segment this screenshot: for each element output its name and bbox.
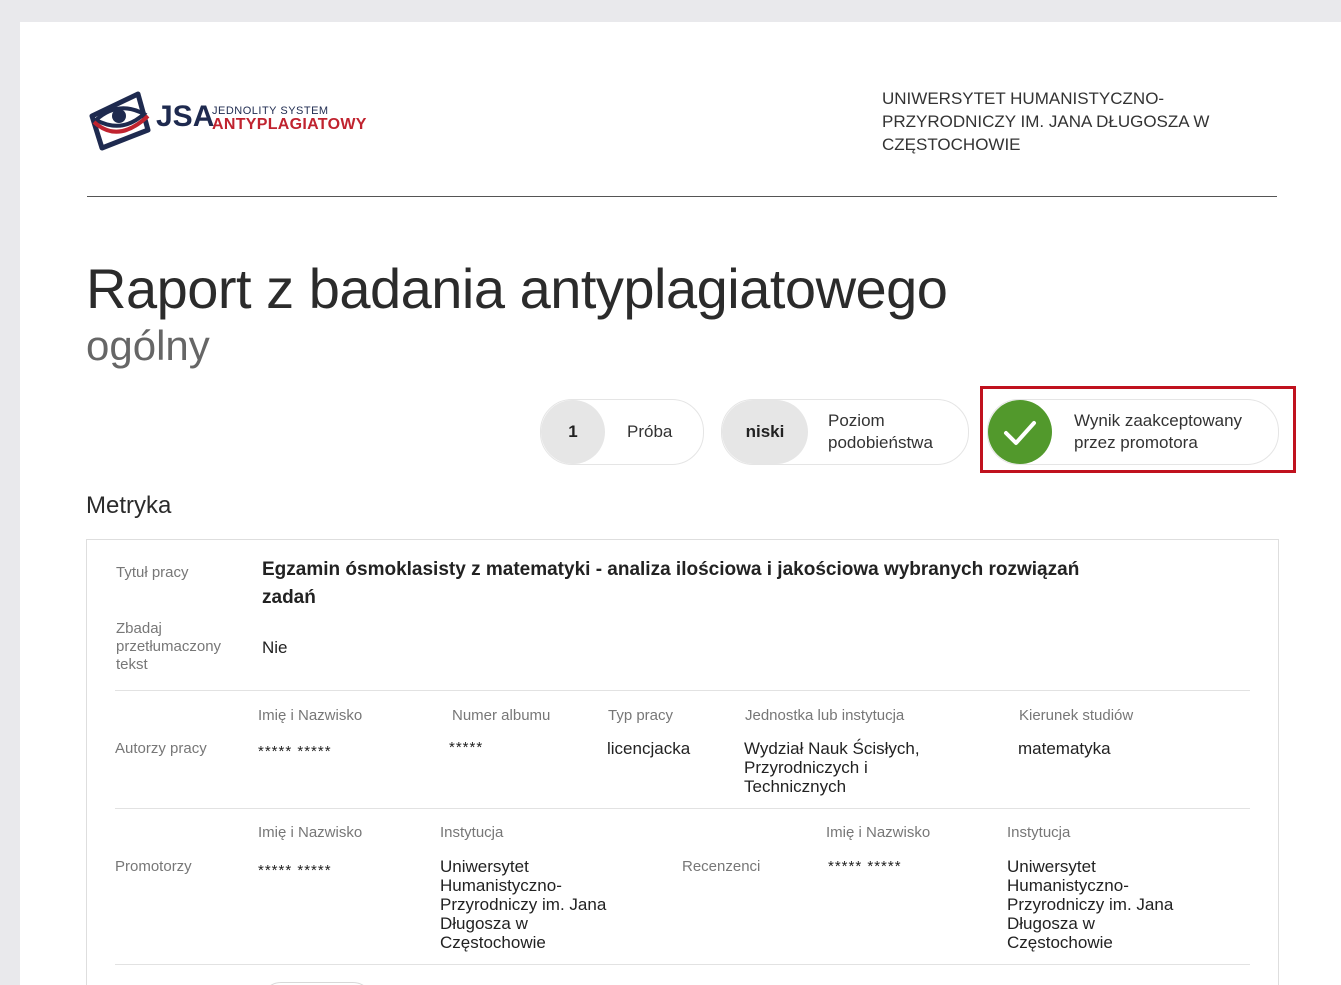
title-value: Egzamin ósmoklasisty z matematyki - anal… <box>262 559 1080 608</box>
authors-header-type: Typ pracy <box>608 707 674 724</box>
reviewer-institution: Uniwersytet Humanistyczno-Przyrodniczy i… <box>1007 857 1174 952</box>
reviewers-header-institution: Instytucja <box>1007 824 1071 841</box>
logo-line2: ANTYPLAGIATOWY <box>212 116 367 133</box>
authors-header-album: Numer albumu <box>452 707 551 724</box>
authors-header-name: Imię i Nazwisko <box>258 707 363 724</box>
report-page: JSA JEDNOLITY SYSTEM ANTYPLAGIATOWY UNIW… <box>20 22 1341 985</box>
page-subtitle: ogólny <box>86 322 210 369</box>
row-divider <box>115 690 1250 691</box>
similarity-badge: niski Poziom podobieństwa <box>721 399 969 465</box>
author-type: licencjacka <box>607 739 691 758</box>
translated-label: Zbadaj przetłumaczony tekst <box>116 620 222 673</box>
reviewers-label: Recenzenci <box>682 858 761 875</box>
authors-label: Autorzy pracy <box>115 740 207 757</box>
row-divider <box>115 808 1250 809</box>
attempt-badge: 1 Próba <box>540 399 704 465</box>
authors-header-unit: Jednostka lub instytucja <box>745 707 905 724</box>
author-unit: Wydział Nauk Ścisłych, Przyrodniczych i … <box>744 739 920 796</box>
translated-value: Nie <box>262 638 288 657</box>
logo-jsa-text: JSA <box>156 100 215 133</box>
page-title: Raport z badania antyplagiatowego <box>86 257 948 320</box>
author-field: matematyka <box>1018 739 1111 758</box>
title-label: Tytuł pracy <box>116 564 189 581</box>
attempt-value: 1 <box>541 400 605 464</box>
row-divider <box>115 964 1250 965</box>
similarity-label: Poziom podobieństwa <box>828 411 933 452</box>
similarity-value: niski <box>722 400 808 464</box>
metrics-card: Tytuł pracy Egzamin ósmoklasisty z matem… <box>86 539 1279 985</box>
reviewer-name: ***** ***** <box>828 858 902 875</box>
section-title-metryka: Metryka <box>86 492 172 519</box>
supervisor-institution: Uniwersytet Humanistyczno-Przyrodniczy i… <box>440 857 607 952</box>
author-album: ***** <box>449 739 484 756</box>
supervisors-header-name: Imię i Nazwisko <box>258 824 363 841</box>
supervisors-header-institution: Instytucja <box>440 824 504 841</box>
supervisor-name: ***** ***** <box>258 862 332 879</box>
attempt-label: Próba <box>627 422 673 441</box>
supervisors-label: Promotorzy <box>115 858 192 875</box>
reviewers-header-name: Imię i Nazwisko <box>826 824 931 841</box>
eye-logo-icon <box>89 91 151 151</box>
result-highlight-frame <box>980 386 1296 473</box>
jsa-logo: JSA JEDNOLITY SYSTEM ANTYPLAGIATOWY <box>88 86 368 152</box>
header-divider <box>87 196 1277 197</box>
author-name: ***** ***** <box>258 743 332 760</box>
university-name: UNIWERSYTET HUMANISTYCZNO-PRZYRODNICZY I… <box>882 89 1210 154</box>
authors-header-field: Kierunek studiów <box>1019 707 1134 724</box>
